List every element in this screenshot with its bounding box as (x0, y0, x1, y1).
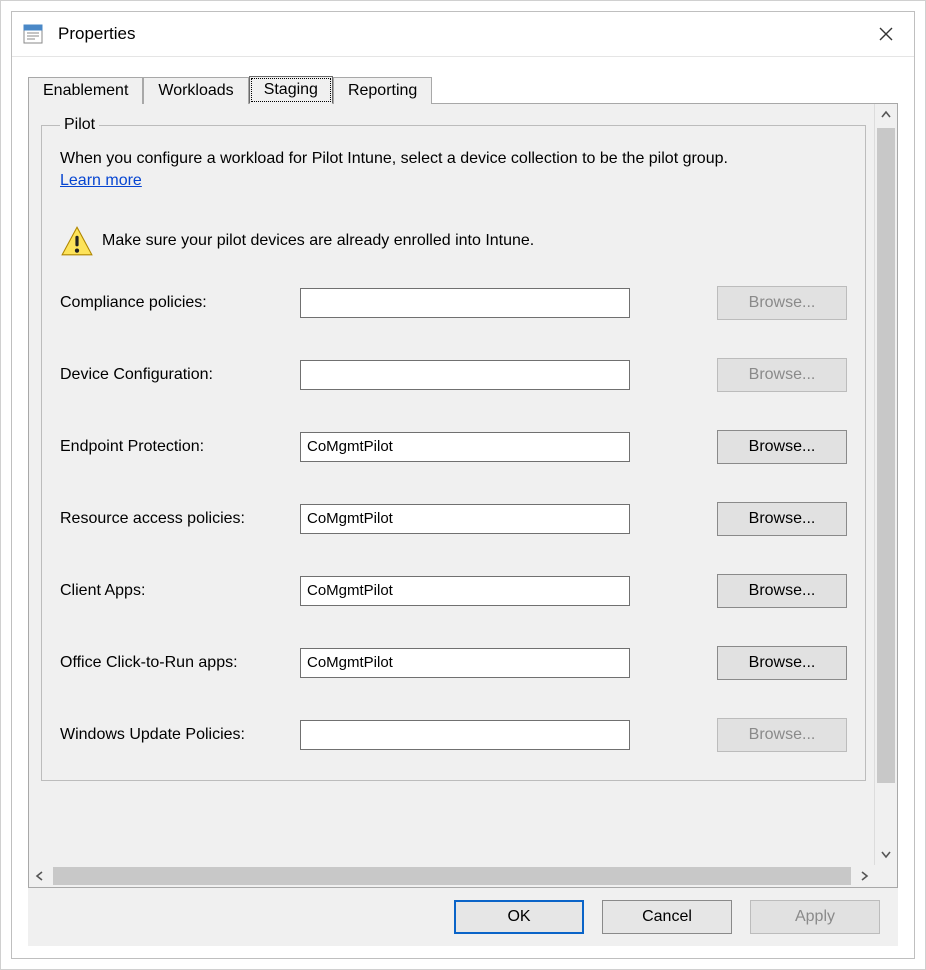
tabpanel-staging: Pilot When you configure a workload for … (28, 103, 898, 888)
window-icon (22, 23, 44, 45)
scroll-corner (875, 865, 897, 887)
properties-dialog: Properties Enablement Workloads Staging … (11, 11, 915, 959)
scroll-left-icon[interactable] (29, 865, 51, 887)
label-windowsupdate: Windows Update Policies: (60, 726, 300, 744)
row-endpoint: Endpoint Protection: Browse... (60, 430, 847, 464)
input-endpoint[interactable] (300, 432, 630, 462)
vertical-scroll-thumb[interactable] (877, 128, 895, 783)
label-deviceconfig: Device Configuration: (60, 366, 300, 384)
tab-reporting[interactable]: Reporting (333, 77, 432, 104)
pilot-group-legend: Pilot (60, 116, 99, 134)
dialog-footer: OK Cancel Apply (28, 888, 898, 946)
label-officec2r: Office Click-to-Run apps: (60, 654, 300, 672)
learn-more-link[interactable]: Learn more (60, 172, 142, 190)
pilot-warning-text: Make sure your pilot devices are already… (102, 232, 534, 250)
row-windowsupdate: Windows Update Policies: Browse... (60, 718, 847, 752)
browse-officec2r[interactable]: Browse... (717, 646, 847, 680)
input-resourceaccess[interactable] (300, 504, 630, 534)
label-endpoint: Endpoint Protection: (60, 438, 300, 456)
ok-button[interactable]: OK (454, 900, 584, 934)
scroll-up-icon[interactable] (875, 104, 897, 126)
browse-deviceconfig: Browse... (717, 358, 847, 392)
label-resourceaccess: Resource access policies: (60, 510, 300, 528)
vertical-scrollbar[interactable] (874, 104, 897, 865)
horizontal-scrollbar[interactable] (29, 865, 897, 887)
horizontal-scroll-thumb[interactable] (53, 867, 851, 885)
label-clientapps: Client Apps: (60, 582, 300, 600)
row-compliance: Compliance policies: Browse... (60, 286, 847, 320)
row-resourceaccess: Resource access policies: Browse... (60, 502, 847, 536)
titlebar: Properties (12, 12, 914, 57)
window-title: Properties (58, 24, 135, 44)
input-clientapps[interactable] (300, 576, 630, 606)
close-icon[interactable] (868, 16, 904, 52)
scroll-right-icon[interactable] (853, 865, 875, 887)
label-compliance: Compliance policies: (60, 294, 300, 312)
pilot-group: Pilot When you configure a workload for … (41, 116, 866, 781)
pilot-description: When you configure a workload for Pilot … (60, 148, 847, 170)
scroll-content: Pilot When you configure a workload for … (29, 104, 874, 865)
tab-enablement[interactable]: Enablement (28, 77, 143, 104)
horizontal-scroll-track[interactable] (51, 865, 853, 887)
row-officec2r: Office Click-to-Run apps: Browse... (60, 646, 847, 680)
row-clientapps: Client Apps: Browse... (60, 574, 847, 608)
tabstrip: Enablement Workloads Staging Reporting (28, 73, 898, 103)
browse-clientapps[interactable]: Browse... (717, 574, 847, 608)
client-area: Enablement Workloads Staging Reporting P… (12, 57, 914, 958)
vertical-scroll-track[interactable] (875, 126, 897, 843)
input-compliance[interactable] (300, 288, 630, 318)
browse-resourceaccess[interactable]: Browse... (717, 502, 847, 536)
browse-windowsupdate: Browse... (717, 718, 847, 752)
scroll-down-icon[interactable] (875, 843, 897, 865)
cancel-button[interactable]: Cancel (602, 900, 732, 934)
input-officec2r[interactable] (300, 648, 630, 678)
apply-button: Apply (750, 900, 880, 934)
row-deviceconfig: Device Configuration: Browse... (60, 358, 847, 392)
tab-staging[interactable]: Staging (249, 76, 333, 104)
browse-compliance: Browse... (717, 286, 847, 320)
input-windowsupdate[interactable] (300, 720, 630, 750)
browse-endpoint[interactable]: Browse... (717, 430, 847, 464)
tab-workloads[interactable]: Workloads (143, 77, 248, 104)
input-deviceconfig[interactable] (300, 360, 630, 390)
pilot-warning: Make sure your pilot devices are already… (60, 224, 847, 258)
warning-icon (60, 224, 102, 258)
